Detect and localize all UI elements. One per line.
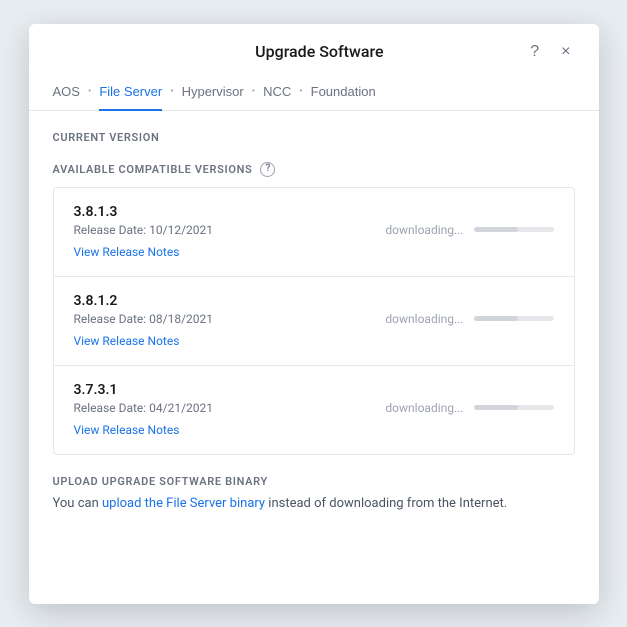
tab-dot-4: •: [299, 86, 302, 97]
upload-binary-link[interactable]: upload the File Server binary: [102, 496, 265, 511]
upload-text-before: You can: [53, 496, 102, 511]
upload-section: UPLOAD UPGRADE SOFTWARE BINARY You can u…: [53, 475, 575, 514]
tab-dot-3: •: [252, 86, 255, 97]
progress-bar-fill-2: [474, 405, 518, 410]
upload-text-after: instead of downloading from the Internet…: [265, 496, 507, 511]
version-item-0: 3.8.1.3 Release Date: 10/12/2021 downloa…: [54, 188, 574, 277]
modal-title: Upgrade Software: [113, 42, 527, 61]
tab-aos[interactable]: AOS: [53, 74, 80, 111]
version-number-1: 3.8.1.2: [74, 293, 554, 309]
modal-dialog: Upgrade Software ? × AOS • File Server •…: [29, 24, 599, 604]
available-versions-help-icon[interactable]: ?: [260, 162, 275, 177]
view-release-notes-2[interactable]: View Release Notes: [74, 423, 180, 437]
tab-bar: AOS • File Server • Hypervisor • NCC • F…: [29, 74, 599, 111]
release-date-0: Release Date: 10/12/2021: [74, 223, 214, 237]
progress-bar-bg-2: [474, 405, 554, 410]
version-row-2: Release Date: 04/21/2021 downloading...: [74, 401, 554, 415]
tab-ncc[interactable]: NCC: [263, 74, 291, 111]
upload-label: UPLOAD UPGRADE SOFTWARE BINARY: [53, 475, 575, 488]
downloading-text-2: downloading...: [385, 401, 463, 415]
modal-body: CURRENT VERSION AVAILABLE COMPATIBLE VER…: [29, 111, 599, 604]
tab-hypervisor[interactable]: Hypervisor: [182, 74, 244, 111]
version-row-0: Release Date: 10/12/2021 downloading...: [74, 223, 554, 237]
tab-dot-2: •: [170, 86, 173, 97]
available-versions-header: AVAILABLE COMPATIBLE VERSIONS ?: [53, 162, 575, 177]
version-item-1: 3.8.1.2 Release Date: 08/18/2021 downloa…: [54, 277, 574, 366]
version-number-0: 3.8.1.3: [74, 204, 554, 220]
release-date-2: Release Date: 04/21/2021: [74, 401, 214, 415]
upload-text: You can upload the File Server binary in…: [53, 494, 575, 514]
view-release-notes-1[interactable]: View Release Notes: [74, 334, 180, 348]
download-status-2: downloading...: [385, 401, 553, 415]
current-version-label: CURRENT VERSION: [53, 131, 575, 144]
tab-foundation[interactable]: Foundation: [311, 74, 376, 111]
tab-dot-1: •: [88, 86, 91, 97]
close-button[interactable]: ×: [557, 42, 574, 62]
progress-bar-fill-1: [474, 316, 518, 321]
modal-header: Upgrade Software ? ×: [29, 24, 599, 62]
header-actions: ? ×: [526, 42, 574, 62]
download-status-1: downloading...: [385, 312, 553, 326]
view-release-notes-0[interactable]: View Release Notes: [74, 245, 180, 259]
download-status-0: downloading...: [385, 223, 553, 237]
progress-bar-fill-0: [474, 227, 518, 232]
available-versions-label: AVAILABLE COMPATIBLE VERSIONS: [53, 163, 253, 176]
downloading-text-1: downloading...: [385, 312, 463, 326]
version-row-1: Release Date: 08/18/2021 downloading...: [74, 312, 554, 326]
progress-bar-bg-1: [474, 316, 554, 321]
release-date-1: Release Date: 08/18/2021: [74, 312, 214, 326]
downloading-text-0: downloading...: [385, 223, 463, 237]
version-number-2: 3.7.3.1: [74, 382, 554, 398]
overlay: Upgrade Software ? × AOS • File Server •…: [0, 0, 627, 627]
version-item-2: 3.7.3.1 Release Date: 04/21/2021 downloa…: [54, 366, 574, 454]
versions-list: 3.8.1.3 Release Date: 10/12/2021 downloa…: [53, 187, 575, 455]
tab-file-server[interactable]: File Server: [99, 74, 162, 111]
help-button[interactable]: ?: [526, 42, 543, 62]
progress-bar-bg-0: [474, 227, 554, 232]
